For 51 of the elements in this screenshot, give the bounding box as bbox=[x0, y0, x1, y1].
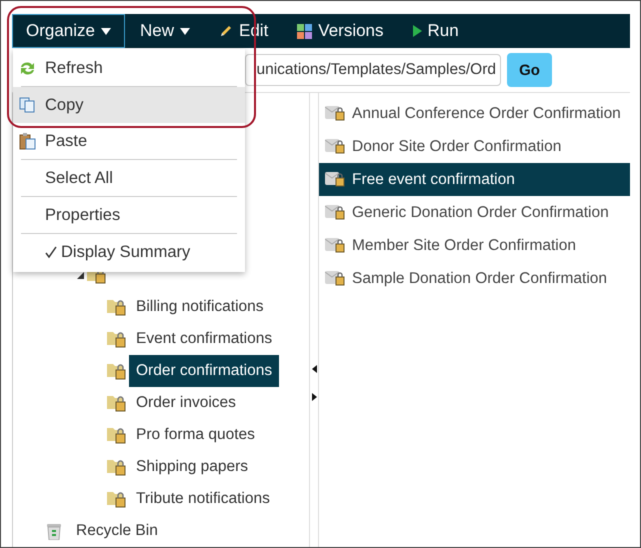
locked-folder-icon bbox=[107, 298, 127, 316]
expanded-arrow-icon[interactable] bbox=[76, 272, 84, 278]
paste-icon bbox=[19, 132, 36, 150]
grid-icon bbox=[297, 24, 312, 38]
tree-item[interactable]: Event confirmations bbox=[129, 323, 280, 355]
locked-envelope-icon bbox=[325, 106, 346, 121]
locked-folder-icon bbox=[107, 362, 127, 380]
menu-item[interactable]: Display Summary bbox=[13, 234, 245, 270]
expand-right-icon[interactable] bbox=[312, 393, 316, 401]
collapse-left-icon[interactable] bbox=[312, 365, 316, 373]
locked-envelope-icon bbox=[325, 139, 346, 154]
caret-icon bbox=[180, 28, 190, 34]
tree-item[interactable]: Pro forma quotes bbox=[129, 419, 262, 451]
locked-folder-icon bbox=[107, 394, 127, 412]
path-field[interactable]: unications/Templates/Samples/Ord bbox=[245, 54, 501, 86]
locked-folder-icon bbox=[107, 490, 127, 508]
locked-envelope-icon bbox=[325, 205, 346, 220]
template-item[interactable]: Annual Conference Order Confirmation bbox=[319, 97, 630, 130]
locked-envelope-icon bbox=[325, 238, 346, 253]
template-item[interactable]: Generic Donation Order Confirmation bbox=[319, 196, 630, 229]
menu-item[interactable]: Select All bbox=[13, 160, 245, 196]
tree-item[interactable]: Tribute notifications bbox=[129, 483, 277, 515]
menu-item[interactable]: Copy bbox=[13, 87, 245, 123]
template-item[interactable]: Member Site Order Confirmation bbox=[319, 229, 630, 262]
pencil-icon bbox=[219, 24, 233, 38]
menu-item[interactable]: Paste bbox=[13, 123, 245, 159]
toolbar-button[interactable]: New bbox=[126, 14, 204, 48]
template-item[interactable]: Donor Site Order Confirmation bbox=[319, 130, 630, 163]
go-button[interactable]: Go bbox=[507, 53, 552, 87]
recycle-bin-icon bbox=[47, 522, 61, 540]
locked-folder-icon bbox=[107, 330, 127, 348]
caret-icon bbox=[100, 28, 111, 34]
tree-item[interactable]: Order confirmations bbox=[129, 355, 280, 387]
tree-item[interactable]: Recycle Bin bbox=[69, 515, 165, 547]
toolbar-button[interactable]: Run bbox=[398, 14, 473, 48]
locked-folder-icon bbox=[107, 458, 127, 476]
refresh-icon bbox=[19, 60, 36, 76]
tree-item[interactable]: Shipping papers bbox=[129, 451, 256, 483]
template-item[interactable]: Sample Donation Order Confirmation bbox=[319, 262, 630, 295]
template-item[interactable]: Free event confirmation bbox=[319, 163, 630, 196]
tree-item[interactable]: Order invoices bbox=[129, 387, 243, 419]
tree-item[interactable]: Billing notifications bbox=[129, 291, 271, 323]
locked-envelope-icon bbox=[325, 172, 346, 187]
toolbar-button[interactable]: Organize bbox=[12, 14, 125, 48]
menu-item[interactable]: Refresh bbox=[13, 50, 245, 86]
locked-folder-icon bbox=[107, 426, 127, 444]
locked-envelope-icon bbox=[325, 271, 346, 286]
toolbar-button[interactable]: Versions bbox=[283, 14, 398, 48]
play-icon bbox=[412, 25, 422, 37]
copy-icon bbox=[19, 97, 36, 113]
menu-item[interactable]: Properties bbox=[13, 197, 245, 233]
